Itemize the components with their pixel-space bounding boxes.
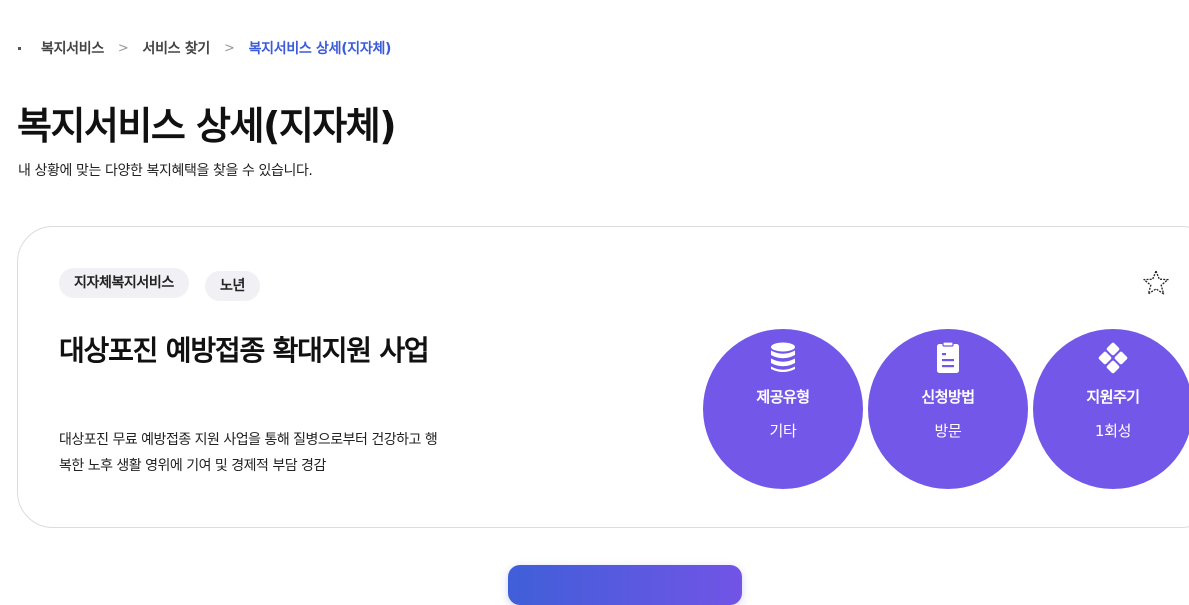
clipboard-list-icon (932, 341, 964, 375)
breadcrumb: 복지서비스 > 서비스 찾기 > 복지서비스 상세(지자체) (18, 38, 391, 58)
breadcrumb-separator-icon: > (117, 40, 129, 56)
tag-elderly: 노년 (205, 271, 260, 301)
info-circle-apply-method: 신청방법 방문 (868, 329, 1028, 489)
diamond-dots-icon (1097, 341, 1129, 375)
info-label: 제공유형 (756, 388, 810, 406)
tag-local-welfare: 지자체복지서비스 (59, 268, 189, 298)
breadcrumb-item-welfare-service[interactable]: 복지서비스 (41, 38, 104, 58)
breadcrumb-item-service-search[interactable]: 서비스 찾기 (143, 38, 211, 58)
breadcrumb-item-current: 복지서비스 상세(지자체) (248, 41, 392, 57)
info-value: 방문 (934, 422, 962, 440)
database-icon (767, 341, 799, 375)
service-card: 지자체복지서비스 노년 대상포진 예방접종 확대지원 사업 대상포진 무료 예방… (17, 226, 1189, 528)
service-title: 대상포진 예방접종 확대지원 사업 (59, 334, 430, 367)
page-title: 복지서비스 상세(지자체) (17, 104, 397, 148)
primary-action-button[interactable] (508, 565, 742, 605)
star-icon[interactable] (1142, 269, 1170, 297)
page-description: 내 상황에 맞는 다양한 복지혜택을 찾을 수 있습니다. (18, 163, 313, 179)
service-description: 대상포진 무료 예방접종 지원 사업을 통해 질병으로부터 건강하고 행복한 노… (59, 432, 438, 474)
info-value: 1회성 (1094, 422, 1132, 440)
info-value: 기타 (769, 422, 797, 440)
info-label: 신청방법 (921, 388, 975, 406)
breadcrumb-bullet (18, 46, 21, 50)
info-circle-provision-type: 제공유형 기타 (703, 329, 863, 489)
info-circle-support-cycle: 지원주기 1회성 (1033, 329, 1189, 489)
info-label: 지원주기 (1086, 388, 1140, 406)
breadcrumb-separator-icon: > (223, 40, 235, 56)
